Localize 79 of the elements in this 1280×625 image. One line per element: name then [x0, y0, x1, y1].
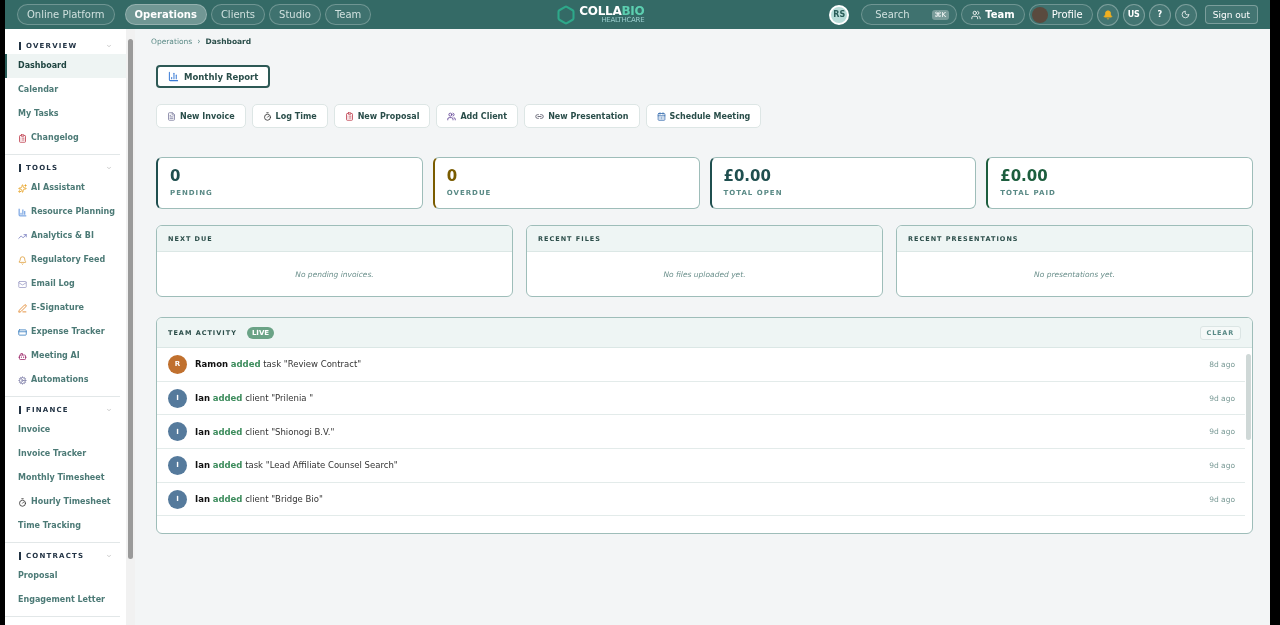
- sidebar-item[interactable]: Hourly Timesheet: [5, 490, 126, 514]
- sidebar-item[interactable]: Time Tracking: [5, 514, 126, 538]
- user-avatar[interactable]: RS: [829, 4, 850, 25]
- chevron-icon[interactable]: [106, 407, 112, 413]
- stopwatch-icon: [18, 497, 27, 507]
- stat-value: 0: [170, 167, 182, 185]
- stat-value: 0: [446, 167, 459, 185]
- sidebar-item[interactable]: Invoice: [5, 418, 126, 442]
- robot-icon: [18, 351, 27, 361]
- quick-action-button[interactable]: Add Client: [436, 104, 519, 128]
- chevron-icon[interactable]: [106, 165, 112, 171]
- photo-placeholder: [1031, 6, 1048, 23]
- sidebar-item[interactable]: My Tasks: [5, 102, 126, 126]
- bell-icon: [1102, 9, 1113, 20]
- quick-action-button[interactable]: Log Time: [251, 104, 328, 128]
- bell-icon: [18, 255, 27, 265]
- activity-text: Ramon added task "Review Contract": [195, 359, 363, 370]
- bar-chart-icon: [18, 207, 27, 217]
- activity-text: Ian added client "Prilenia ": [195, 393, 315, 404]
- stat-value: £0.00: [723, 167, 772, 185]
- sidebar-item[interactable]: Invoice Tracker: [5, 442, 126, 466]
- team-button[interactable]: Team: [961, 4, 1025, 25]
- sidebar-item[interactable]: Engagement Letter: [5, 588, 126, 612]
- quick-action-button[interactable]: New Presentation: [524, 104, 640, 128]
- monthly-report-button[interactable]: Monthly Report: [156, 65, 271, 88]
- sidebar-item[interactable]: Resource Planning: [5, 200, 126, 224]
- help-button[interactable]: ?: [1148, 3, 1171, 26]
- chevron-icon[interactable]: [106, 553, 112, 559]
- nav-tab[interactable]: Clients: [210, 4, 266, 25]
- sidebar-item[interactable]: Dashboard: [5, 54, 126, 78]
- locale-button[interactable]: US: [1122, 3, 1145, 26]
- people-icon: [447, 111, 457, 121]
- bar-chart-icon: [168, 71, 179, 82]
- link-icon: [535, 111, 545, 121]
- stopwatch-icon: [262, 111, 272, 121]
- sidebar-item[interactable]: Analytics & BI: [5, 224, 126, 248]
- sidebar-item[interactable]: Regulatory Feed: [5, 248, 126, 272]
- people-icon: [971, 9, 982, 20]
- scrollbar-thumb[interactable]: [128, 39, 133, 559]
- chevron-icon[interactable]: [106, 43, 112, 49]
- line-chart-icon: [18, 231, 27, 241]
- gear-icon: [18, 375, 27, 385]
- activity-text: Ian added client "Shionogi B.V.": [195, 426, 336, 437]
- sidebar-item[interactable]: Proposal: [5, 564, 126, 588]
- platform-button[interactable]: Online Platform: [17, 4, 115, 25]
- sign-out-button[interactable]: Sign out: [1204, 5, 1258, 24]
- clipboard-icon: [18, 133, 27, 143]
- nav-tab[interactable]: Studio: [269, 4, 321, 25]
- sidebar-item[interactable]: Automations: [5, 368, 126, 392]
- notifications-button[interactable]: [1096, 3, 1119, 26]
- moon-icon: [1181, 10, 1191, 19]
- nav-tab[interactable]: Operations: [124, 4, 207, 25]
- pen-icon: [18, 303, 27, 313]
- clipboard-icon: [344, 111, 354, 121]
- activity-text: Ian added client "Bridge Bio": [195, 494, 324, 505]
- sidebar-item[interactable]: Meeting AI: [5, 344, 126, 368]
- breadcrumb-separator: ›: [197, 37, 201, 46]
- card-icon: [18, 327, 27, 337]
- theme-button[interactable]: [1174, 3, 1197, 26]
- document-icon: [167, 111, 176, 121]
- sidebar-item[interactable]: E-Signature: [5, 296, 126, 320]
- sidebar-item[interactable]: Calendar: [5, 78, 126, 102]
- quick-action-button[interactable]: New Invoice: [156, 104, 246, 128]
- sidebar-item[interactable]: Changelog: [5, 126, 126, 150]
- quick-action-button[interactable]: New Proposal: [333, 104, 431, 128]
- sidebar-item[interactable]: Email Log: [5, 272, 126, 296]
- activity-text: Ian added task "Lead Affiliate Counsel Search": [195, 460, 399, 471]
- profile-button[interactable]: Profile: [1028, 4, 1093, 25]
- nav-tab[interactable]: Team: [324, 4, 372, 25]
- sidebar-item[interactable]: Monthly Timesheet: [5, 466, 126, 490]
- sidebar-item[interactable]: AI Assistant: [5, 176, 126, 200]
- sparkles-icon: [18, 183, 27, 193]
- stat-value: £0.00: [1000, 167, 1049, 185]
- quick-action-button[interactable]: Schedule Meeting: [645, 104, 762, 128]
- logo-icon: [556, 4, 577, 25]
- envelope-icon: [18, 279, 27, 289]
- sidebar-item[interactable]: Expense Tracker: [5, 320, 126, 344]
- calendar-icon: [656, 111, 666, 121]
- scrollbar-thumb[interactable]: [1246, 354, 1251, 440]
